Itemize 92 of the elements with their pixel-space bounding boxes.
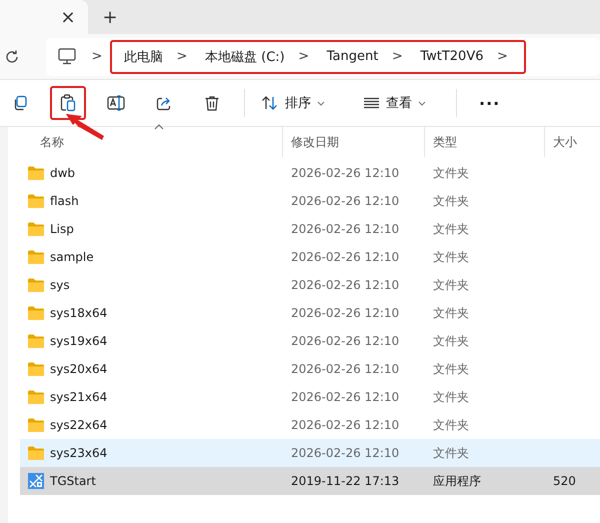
file-type: 文件夹 <box>432 332 470 350</box>
file-row[interactable]: sys21x64 2026-02-26 12:10 文件夹 <box>20 383 600 411</box>
modified-date: 2026-02-26 12:10 <box>290 222 400 236</box>
share-icon <box>156 95 172 111</box>
file-name: sys18x64 <box>50 306 108 320</box>
breadcrumb[interactable]: TwtT20V6 <box>410 49 494 64</box>
close-button[interactable]: × <box>54 3 82 31</box>
folder-icon <box>28 222 44 236</box>
modified-date: 2026-02-26 12:10 <box>290 390 400 404</box>
chevron-icon[interactable]: > <box>88 49 106 64</box>
modified-date: 2026-02-26 12:10 <box>290 446 400 460</box>
file-type: 文件夹 <box>432 444 470 462</box>
column-header[interactable]: 类型 <box>425 127 545 157</box>
more-button[interactable]: ··· <box>469 86 510 120</box>
column-header[interactable]: 修改日期 <box>283 127 425 157</box>
file-row[interactable]: sys18x64 2026-02-26 12:10 文件夹 <box>20 299 600 327</box>
chevron-icon[interactable]: > <box>173 49 191 64</box>
file-row[interactable]: sys19x64 2026-02-26 12:10 文件夹 <box>20 327 600 355</box>
rename-icon <box>107 95 125 111</box>
breadcrumb[interactable]: 本地磁盘 (C:) <box>195 48 295 66</box>
modified-date: 2026-02-26 12:10 <box>290 250 400 264</box>
modified-date: 2026-02-26 12:10 <box>290 306 400 320</box>
paste-icon <box>60 94 76 112</box>
folder-icon <box>28 166 44 180</box>
file-name: sys21x64 <box>50 390 108 404</box>
folder-icon <box>28 362 44 376</box>
refresh-icon[interactable] <box>4 48 20 64</box>
file-type: 文件夹 <box>432 164 470 182</box>
file-row[interactable]: sys23x64 2026-02-26 12:10 文件夹 <box>20 439 600 467</box>
folder-icon <box>28 306 44 320</box>
view-menu-button[interactable]: 查看 <box>353 86 436 120</box>
caret-icon <box>317 100 325 106</box>
file-row[interactable]: sys20x64 2026-02-26 12:10 文件夹 <box>20 355 600 383</box>
browser-tab[interactable]: × <box>0 0 88 34</box>
file-name: sys22x64 <box>50 418 108 432</box>
caret-icon <box>418 100 426 106</box>
file-name: sys23x64 <box>50 446 108 460</box>
file-type: 文件夹 <box>432 192 470 210</box>
file-row[interactable]: sample 2026-02-26 12:10 文件夹 <box>20 243 600 271</box>
file-row[interactable]: sys22x64 2026-02-26 12:10 文件夹 <box>20 411 600 439</box>
breadcrumb[interactable]: Tangent <box>316 49 388 64</box>
file-type: 文件夹 <box>432 360 470 378</box>
file-type: 文件夹 <box>432 388 470 406</box>
file-row[interactable]: dwb 2026-02-26 12:10 文件夹 <box>20 159 600 187</box>
column-header[interactable]: 大小 <box>545 127 595 157</box>
chevron-icon[interactable]: > <box>294 49 313 64</box>
file-name: sample <box>50 250 94 264</box>
chevron-icon[interactable]: > <box>494 49 512 64</box>
file-name: flash <box>50 194 79 208</box>
file-row[interactable]: Lisp 2026-02-26 12:10 文件夹 <box>20 215 600 243</box>
modified-date: 2026-02-26 12:10 <box>290 362 400 376</box>
file-row[interactable]: TGStart 2019-11-22 17:13 应用程序 520 <box>20 467 600 495</box>
folder-icon <box>28 250 44 264</box>
delete-icon <box>204 94 220 112</box>
computer-icon[interactable] <box>58 48 76 65</box>
sort-caret-icon <box>154 124 164 130</box>
modified-date: 2026-02-26 12:10 <box>290 278 400 292</box>
file-row[interactable]: sys 2026-02-26 12:10 文件夹 <box>20 271 600 299</box>
file-name: sys19x64 <box>50 334 108 348</box>
column-header[interactable]: 名称 <box>8 127 283 157</box>
file-type: 文件夹 <box>432 220 470 238</box>
file-type: 文件夹 <box>432 416 470 434</box>
sort-icon <box>261 96 279 110</box>
copy-icon <box>12 95 28 111</box>
folder-icon <box>28 194 44 208</box>
app-icon <box>28 473 44 489</box>
sort-menu-button[interactable]: 排序 <box>251 86 335 120</box>
folder-icon <box>28 390 44 404</box>
folder-icon <box>28 278 44 292</box>
folder-icon <box>28 418 44 432</box>
file-name: TGStart <box>50 474 96 488</box>
file-size: 520 <box>552 474 577 488</box>
modified-date: 2026-02-26 12:10 <box>290 194 400 208</box>
file-name: dwb <box>50 166 76 180</box>
modified-date: 2026-02-26 12:10 <box>290 418 400 432</box>
view-icon <box>363 97 380 109</box>
chevron-icon[interactable]: > <box>388 49 406 64</box>
folder-icon <box>28 446 44 460</box>
new-tab-button[interactable]: + <box>96 3 124 31</box>
file-type: 文件夹 <box>432 304 470 322</box>
modified-date: 2026-02-26 12:10 <box>290 166 400 180</box>
breadcrumb[interactable]: 此电脑 <box>114 48 173 66</box>
file-name: sys20x64 <box>50 362 108 376</box>
file-row[interactable]: flash 2026-02-26 12:10 文件夹 <box>20 187 600 215</box>
file-type: 应用程序 <box>432 472 482 490</box>
modified-date: 2026-02-26 12:10 <box>290 334 400 348</box>
file-name: sys <box>50 278 70 292</box>
file-name: Lisp <box>50 222 74 236</box>
modified-date: 2019-11-22 17:13 <box>290 474 400 488</box>
folder-icon <box>28 334 44 348</box>
file-type: 文件夹 <box>432 248 470 266</box>
file-type: 文件夹 <box>432 276 470 294</box>
